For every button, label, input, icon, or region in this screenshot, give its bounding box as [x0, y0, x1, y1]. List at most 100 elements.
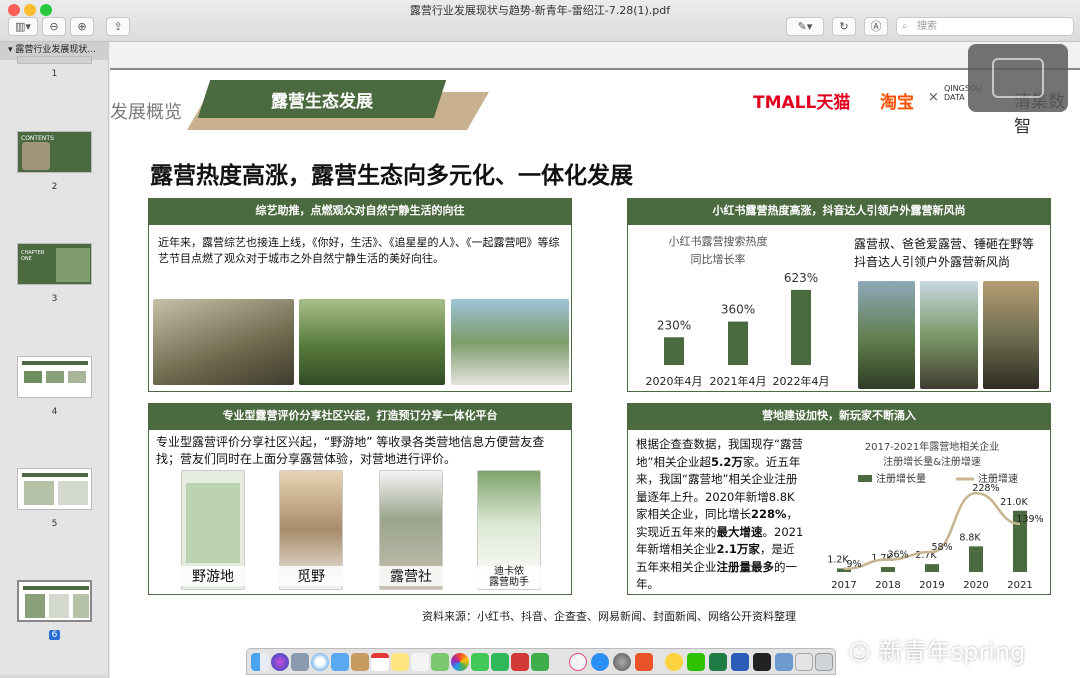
search-field[interactable]: ⌕ 搜索: [896, 17, 1074, 36]
excel-icon[interactable]: [709, 653, 727, 671]
chart2-bar: [925, 564, 939, 572]
variety-show-photo-1: [153, 299, 294, 385]
panel-campsite-text: 根据企查查数据，我国现存“露营地”相关企业超5.2万家。近五年来，我国“露营地”…: [636, 436, 804, 594]
chart2-bar-label: 8.8K: [959, 532, 981, 543]
page-thumbnail-4[interactable]: [17, 356, 92, 398]
rotate-button[interactable]: ↻: [832, 17, 856, 36]
wechat-app-icon[interactable]: [687, 653, 705, 671]
page-thumbnail-2[interactable]: CONTENTS: [17, 131, 92, 173]
chart2-category-label: 2020: [963, 580, 988, 591]
thumb-2-text: CONTENTS: [21, 135, 54, 142]
notes-icon[interactable]: [391, 653, 409, 671]
reminders-icon[interactable]: [411, 653, 429, 671]
panel-campsite-text-part: 注册量最多: [716, 559, 775, 574]
mail-icon[interactable]: [331, 653, 349, 671]
finder-icon[interactable]: [251, 653, 269, 671]
launchpad-icon[interactable]: [291, 653, 309, 671]
app-store-icon[interactable]: [591, 653, 609, 671]
search-icon: ⌕: [902, 21, 908, 32]
page-thumbnail-3[interactable]: CHAPTER ONE: [17, 243, 92, 285]
thumb-5-image-a: [24, 481, 54, 505]
wechat-watermark: ☺ 新青年spring: [848, 632, 1025, 667]
variety-show-photo-2: [299, 299, 445, 385]
dock: [246, 648, 836, 675]
word-icon[interactable]: [731, 653, 749, 671]
sidebar-toggle-button[interactable]: ▥▾: [8, 17, 38, 36]
office-icon[interactable]: [635, 653, 653, 671]
panel-campsite-text-part: 228%: [751, 507, 787, 521]
thumb-3-text: CHAPTER ONE: [21, 250, 45, 262]
zoom-out-button[interactable]: ⊖: [42, 17, 66, 36]
thumbnail-sidebar: ▾ 露营行业发展现状... 1 CONTENTS 2 CHAPTER ONE 3…: [0, 42, 109, 675]
douyin-photo-2: [920, 281, 978, 389]
page-number-5: 5: [51, 519, 58, 529]
app-label-luyingshe: 露营社: [377, 566, 445, 586]
annotate-button[interactable]: Ⓐ: [864, 17, 888, 36]
chart2-category-label: 2021: [1007, 580, 1032, 591]
app-label-yeyoudi: 野游地: [179, 566, 247, 586]
page-thumbnail-6[interactable]: [17, 580, 92, 622]
share-button[interactable]: ⇪: [106, 17, 130, 36]
thumb-5-image-b: [58, 481, 88, 505]
chart2-category-label: 2019: [919, 580, 944, 591]
chart1-category-label: 2020年4月: [646, 374, 703, 388]
thumb-2-image: [22, 142, 50, 170]
wechat-icon: ☺: [848, 641, 871, 666]
chart2-line-label: 9%: [846, 559, 861, 570]
capture-icon: [992, 58, 1044, 98]
page-number-6: 6: [0, 630, 109, 640]
chart2-category-label: 2018: [875, 580, 900, 591]
downloads-icon[interactable]: [795, 653, 813, 671]
panel-community: 专业型露营评价分享社区兴起，“野游地” 等收录各类营地信息方便营友查找；营友们同…: [148, 429, 572, 595]
search-placeholder: 搜索: [917, 21, 937, 32]
document-view[interactable]: 发展概览 露营生态发展 TMALL天猫 淘宝 × QINGSOU DATA 清集…: [110, 42, 1080, 678]
page-thumbnail-5[interactable]: [17, 468, 92, 510]
banner-title: 露营生态发展: [271, 92, 373, 112]
panel-community-header: 专业型露营评价分享社区兴起，打造预订分享一体化平台: [148, 403, 572, 429]
app-map-image: [186, 483, 240, 563]
chart1-title: 小红书露营搜索热度: [669, 234, 768, 248]
panel-campsite-text-part: 5.2万: [710, 454, 743, 469]
photo-booth-icon[interactable]: [511, 653, 529, 671]
messages-icon[interactable]: [471, 653, 489, 671]
photos-icon[interactable]: [451, 653, 469, 671]
maps-icon[interactable]: [431, 653, 449, 671]
xiaohongshu-chart: 小红书露营搜索热度同比增长率 230% 2020年4月 360% 2021年4月 623%…: [646, 234, 830, 388]
chart2-legend-label-bars: 注册增长量: [876, 472, 926, 485]
safari-icon[interactable]: [311, 653, 329, 671]
notes-app-icon[interactable]: [665, 653, 683, 671]
chart1-bar: [664, 337, 684, 365]
terminal-icon[interactable]: [753, 653, 771, 671]
calendar-icon[interactable]: [371, 653, 389, 671]
zoom-in-button[interactable]: ⊕: [70, 17, 94, 36]
markup-button[interactable]: ✎▾: [786, 17, 824, 36]
chart1-value-label: 230%: [657, 318, 691, 332]
music-icon[interactable]: [569, 653, 587, 671]
trash-icon[interactable]: [815, 653, 833, 671]
system-preferences-icon[interactable]: [613, 653, 631, 671]
window-title: 露营行业发展现状与趋势-新青年-雷绍江-7.28(1).pdf: [409, 4, 671, 17]
screenshot-overlay-button[interactable]: [968, 44, 1068, 112]
headline: 露营热度高涨，露营生态向多元化、一体化发展: [150, 163, 633, 189]
chart2-bar-label: 21.0K: [1000, 497, 1028, 508]
chart1-bar: [791, 289, 811, 365]
panel-variety-text: 近年来，露营综艺也接连上线，《你好，生活》、《追星星的人》、《一起露营吧》等综艺…: [158, 236, 560, 265]
thumb-6-bar: [23, 586, 89, 590]
panel-xiaohongshu: 小红书露营搜索热度 同比增长率 230% 2020年4月 360% 2021年4月 623%…: [627, 224, 1051, 392]
thumb-6-image-a: [25, 594, 45, 618]
siri-icon[interactable]: [271, 653, 289, 671]
numbers-icon[interactable]: [531, 653, 549, 671]
facetime-icon[interactable]: [491, 653, 509, 671]
preview-icon[interactable]: [775, 653, 793, 671]
chart1-category-label: 2022年4月: [773, 374, 830, 388]
page-thumbnail-1[interactable]: [17, 56, 92, 64]
section-label: 发展概览: [110, 102, 182, 123]
page-number-4: 4: [51, 407, 58, 417]
panel-variety-header: 综艺助推，点燃观众对自然宁静生活的向往: [148, 198, 572, 224]
previous-page-edge: [110, 42, 1080, 68]
watermark-text: 新青年spring: [878, 638, 1026, 666]
contacts-icon[interactable]: [351, 653, 369, 671]
chart1-title: 同比增长率: [691, 252, 746, 266]
chart2-legend-swatch-bars: [858, 475, 872, 482]
page-number-6-badge: 6: [48, 630, 61, 640]
